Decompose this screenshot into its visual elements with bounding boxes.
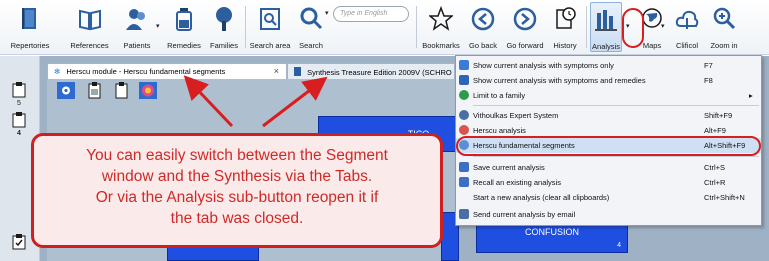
analysis-list-icon	[459, 60, 469, 70]
menu-separator	[473, 105, 759, 106]
menu-item-shortcut: Ctrl+R	[704, 178, 726, 187]
menu-item-shortcut: Ctrl+Shift+N	[704, 193, 745, 202]
menu-item-label: Save current analysis	[473, 163, 545, 172]
menu-item-label: Recall an existing analysis	[473, 178, 561, 187]
menu-item-shortcut: F8	[704, 76, 713, 85]
arrow-to-synthesis-tab	[262, 76, 328, 128]
menu-item-label: Send current analysis by email	[473, 210, 576, 219]
menu-item-limit-family[interactable]: Limit to a family ▸	[456, 88, 761, 103]
menu-item-label: Start a new analysis (clear all clipboar…	[473, 193, 610, 202]
menu-item-label: Show current analysis with symptoms and …	[473, 76, 646, 85]
bar-chart-icon	[459, 75, 469, 85]
menu-item-recall-analysis[interactable]: Recall an existing analysis Ctrl+R	[456, 175, 761, 190]
save-icon	[459, 162, 469, 172]
submenu-arrow-icon: ▸	[749, 91, 753, 100]
menu-item-label: Herscu analysis	[473, 126, 526, 135]
menu-item-shortcut: F7	[704, 61, 713, 70]
menu-item-symptoms-remedies[interactable]: Show current analysis with symptoms and …	[456, 73, 761, 88]
menu-item-new-analysis[interactable]: Start a new analysis (clear all clipboar…	[456, 190, 761, 205]
folder-icon	[459, 177, 469, 187]
menu-item-symptoms-only[interactable]: Show current analysis with symptoms only…	[456, 58, 761, 73]
menu-item-save-analysis[interactable]: Save current analysis Ctrl+S	[456, 160, 761, 175]
menu-item-label: Show current analysis with symptoms only	[473, 61, 614, 70]
menu-item-vithoulkas[interactable]: Vithoulkas Expert System Shift+F9	[456, 108, 761, 123]
expert-system-icon	[459, 110, 469, 120]
menu-separator	[473, 156, 759, 157]
arrow-to-segment-tab	[183, 75, 234, 128]
menu-item-label: Vithoulkas Expert System	[473, 111, 559, 120]
menu-item-shortcut: Shift+F9	[704, 111, 733, 120]
menu-item-label: Limit to a family	[473, 91, 526, 100]
analysis-dropdown-highlight	[622, 8, 644, 48]
family-tree-icon	[459, 90, 469, 100]
herscu-segments-highlight	[456, 136, 761, 156]
herscu-analysis-icon	[459, 125, 469, 135]
email-icon	[459, 209, 469, 219]
menu-item-shortcut: Alt+F9	[704, 126, 726, 135]
menu-item-shortcut: Ctrl+S	[704, 163, 726, 172]
menu-item-send-email[interactable]: Send current analysis by email	[456, 207, 761, 222]
